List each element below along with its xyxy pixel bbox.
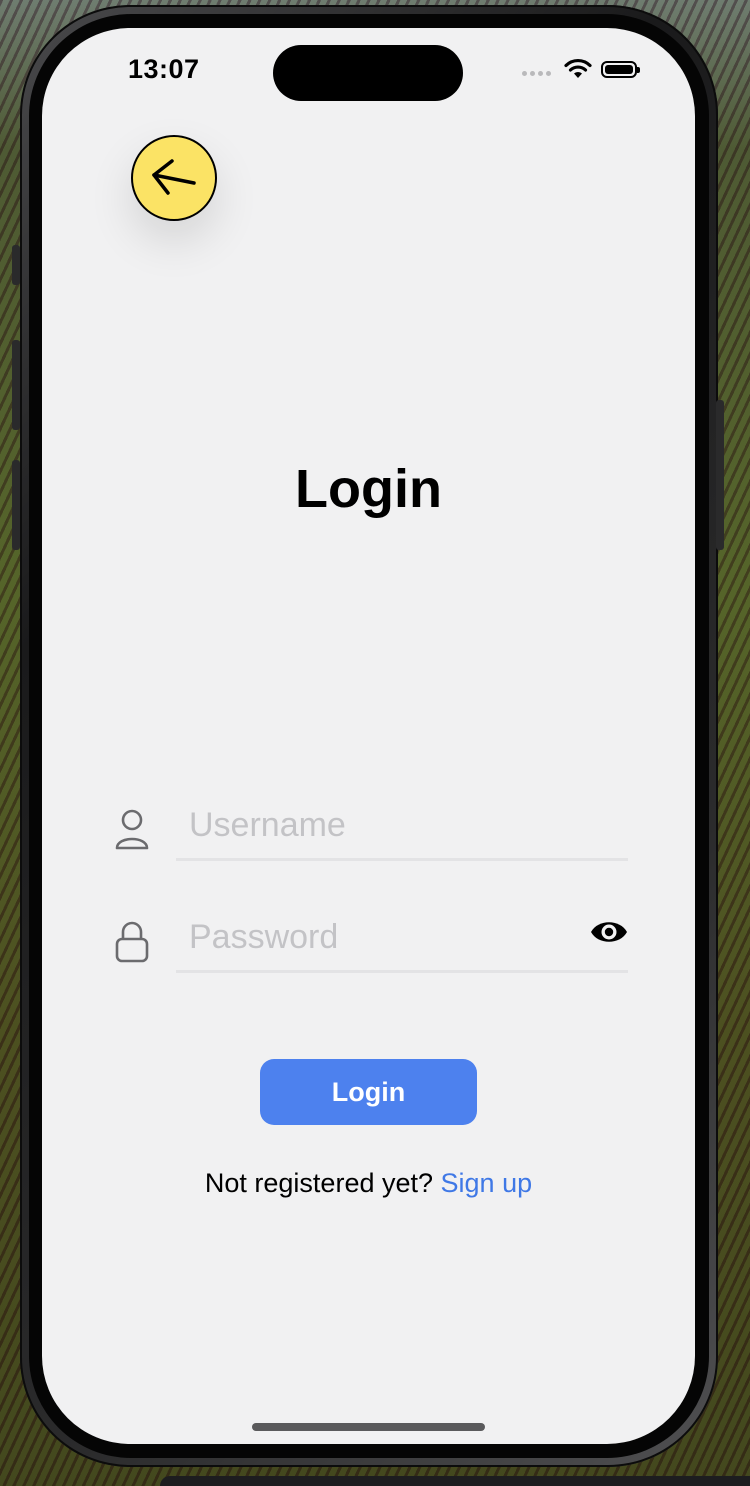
- signup-link[interactable]: Sign up: [441, 1168, 533, 1198]
- login-button[interactable]: Login: [260, 1059, 477, 1125]
- battery-icon: [601, 60, 640, 78]
- arrow-left-icon: [152, 159, 196, 195]
- home-indicator[interactable]: [252, 1423, 485, 1431]
- password-field: [176, 905, 628, 973]
- signup-prompt: Not registered yet?: [204, 1168, 434, 1198]
- username-input[interactable]: [189, 801, 569, 849]
- status-time: 13:07: [128, 54, 200, 84]
- volume-up-button: [12, 340, 20, 430]
- signup-prompt-row: Not registered yet? Sign up: [42, 1168, 695, 1199]
- background-panel: [160, 1476, 750, 1486]
- volume-down-button: [12, 460, 20, 550]
- eye-icon[interactable]: [590, 917, 628, 947]
- user-icon: [115, 809, 149, 850]
- mute-switch: [12, 245, 20, 285]
- username-field: [176, 793, 628, 861]
- app-screen: 13:07 Login Username Login Not registere…: [42, 28, 695, 1444]
- wifi-icon: [564, 58, 592, 78]
- cellular-signal-icon: [522, 70, 551, 76]
- lock-icon: [115, 921, 149, 963]
- password-input[interactable]: [189, 913, 569, 961]
- status-indicators: [522, 58, 640, 80]
- back-button[interactable]: [131, 135, 217, 221]
- page-title: Login: [295, 459, 442, 519]
- power-button: [716, 400, 724, 550]
- dynamic-island: [273, 45, 463, 101]
